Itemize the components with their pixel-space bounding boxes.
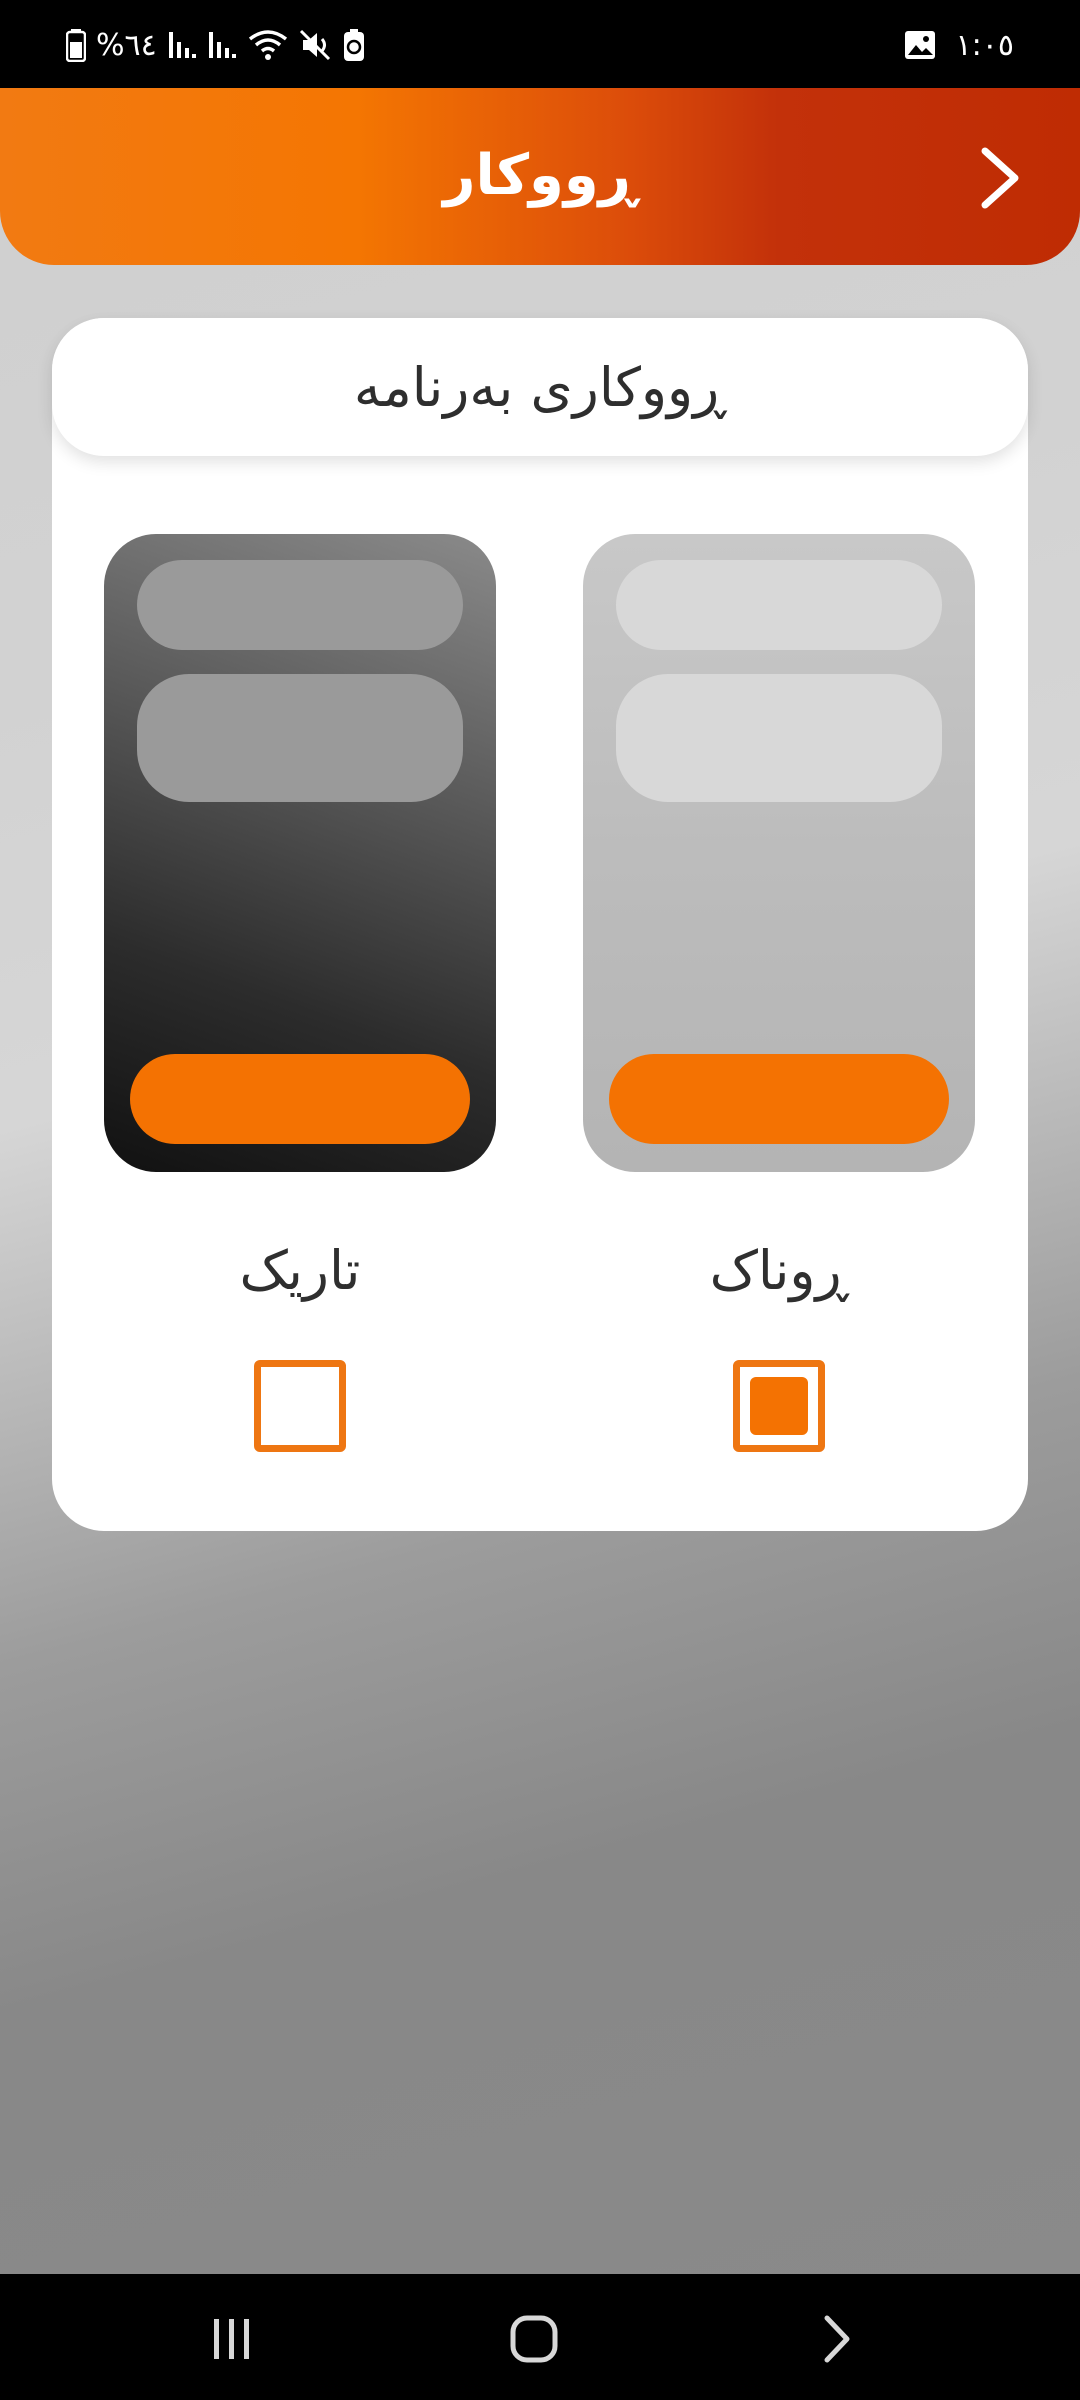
preview-button <box>609 1054 949 1144</box>
clock: ١:٠٥ <box>955 27 1014 63</box>
back-nav-button[interactable] <box>776 2304 896 2374</box>
recent-apps-icon <box>214 2319 249 2359</box>
preview-block <box>137 674 463 802</box>
card-header: ڕووکاری بەرنامە <box>52 318 1028 456</box>
light-theme-checkbox[interactable] <box>733 1360 825 1452</box>
checkbox-checked-mark <box>750 1377 808 1435</box>
dark-theme-checkbox[interactable] <box>254 1360 346 1452</box>
battery-saver-icon <box>343 26 365 64</box>
status-left-group: %٦٤ <box>66 26 365 64</box>
card-title: ڕووکاری بەرنامە <box>353 356 727 419</box>
preview-button <box>130 1054 470 1144</box>
home-icon <box>510 2315 558 2363</box>
light-theme-preview[interactable] <box>583 534 975 1172</box>
recent-apps-button[interactable] <box>172 2304 292 2374</box>
home-button[interactable] <box>474 2304 594 2374</box>
page-title: ڕووکار <box>443 143 637 208</box>
status-bar: %٦٤ ١:٠٥ <box>0 0 1080 88</box>
battery-percent: %٦٤ <box>96 27 157 63</box>
back-button[interactable] <box>956 134 1044 222</box>
status-right-group: ١:٠٥ <box>904 26 1014 64</box>
signal-icon <box>207 26 237 64</box>
app-header: ڕووکار <box>0 88 1080 265</box>
chevron-right-icon <box>981 147 1019 209</box>
wifi-icon <box>247 26 289 64</box>
light-theme-label: ڕوناک <box>709 1239 849 1302</box>
dark-theme-preview[interactable] <box>104 534 496 1172</box>
back-icon <box>824 2315 850 2363</box>
preview-block <box>616 674 942 802</box>
appearance-card: ڕووکاری بەرنامە تاریک ڕوناک <box>52 318 1028 1531</box>
system-nav-bar <box>0 2274 1080 2400</box>
dark-theme-label: تاریک <box>239 1239 361 1302</box>
gallery-icon <box>904 26 936 64</box>
preview-bar <box>616 560 942 650</box>
signal-icon <box>167 26 197 64</box>
battery-icon <box>66 26 86 64</box>
mute-icon <box>299 26 333 64</box>
preview-bar <box>137 560 463 650</box>
